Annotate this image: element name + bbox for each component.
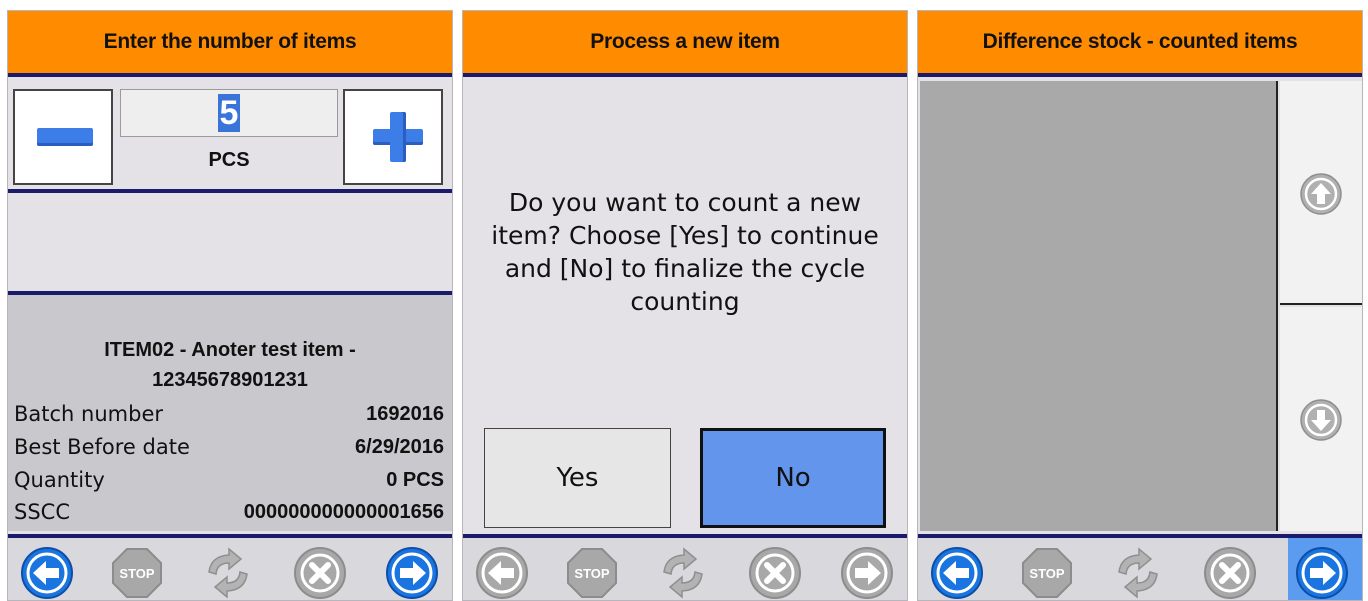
stop-icon: STOP bbox=[112, 548, 162, 598]
stop-button: STOP bbox=[565, 546, 619, 600]
nav-bar: STOP bbox=[463, 534, 907, 600]
difference-panel: Difference stock - counted items STOP bbox=[917, 10, 1363, 601]
cancel-button bbox=[748, 546, 802, 600]
cancel-button bbox=[1203, 546, 1257, 600]
refresh-button bbox=[201, 546, 255, 600]
field-value: 6/29/2016 bbox=[355, 435, 444, 458]
back-button bbox=[475, 546, 529, 600]
info-row-batch: Batch number 1692016 bbox=[14, 399, 444, 429]
stop-icon: STOP bbox=[567, 548, 617, 598]
item-title: ITEM02 - Anoter test item - 123456789012… bbox=[104, 339, 356, 391]
cancel-button bbox=[293, 546, 347, 600]
field-label: SSCC bbox=[14, 500, 70, 524]
refresh-button bbox=[1111, 546, 1165, 600]
cancel-icon bbox=[749, 547, 801, 599]
forward-icon bbox=[841, 547, 893, 599]
nav-bar: STOP bbox=[8, 534, 452, 600]
stop-button: STOP bbox=[110, 546, 164, 600]
forward-button bbox=[840, 546, 894, 600]
forward-button[interactable] bbox=[1295, 546, 1349, 600]
minus-icon bbox=[37, 128, 93, 146]
field-label: Best Before date bbox=[14, 435, 190, 459]
refresh-icon bbox=[208, 547, 248, 599]
info-row-best-before: Best Before date 6/29/2016 bbox=[14, 432, 444, 462]
cancel-icon bbox=[1204, 547, 1256, 599]
forward-button[interactable] bbox=[385, 546, 439, 600]
yes-button[interactable]: Yes bbox=[484, 428, 671, 528]
quantity-stepper: 5 PCS bbox=[8, 81, 452, 189]
back-button[interactable] bbox=[930, 546, 984, 600]
arrow-up-icon bbox=[1300, 173, 1342, 215]
panel-header: Process a new item bbox=[463, 11, 907, 77]
svg-text:STOP: STOP bbox=[1029, 566, 1064, 581]
panel-header: Difference stock - counted items bbox=[918, 11, 1362, 77]
question-text: Do you want to count a new item? Choose … bbox=[491, 188, 879, 316]
difference-list[interactable] bbox=[920, 81, 1278, 531]
cancel-icon bbox=[294, 547, 346, 599]
back-icon bbox=[476, 547, 528, 599]
decrease-button[interactable] bbox=[13, 89, 113, 185]
back-icon bbox=[21, 547, 73, 599]
refresh-icon bbox=[1118, 547, 1158, 599]
nav-bar: STOP bbox=[918, 534, 1362, 600]
arrow-down-icon bbox=[1300, 399, 1342, 441]
process-panel: Process a new item Do you want to count … bbox=[462, 10, 908, 601]
quantity-panel: Enter the number of items 5 PCS ITEM02 -… bbox=[7, 10, 453, 601]
field-label: Batch number bbox=[14, 402, 163, 426]
forward-icon bbox=[386, 547, 438, 599]
scroll-up-button[interactable] bbox=[1280, 81, 1362, 305]
field-value: 000000000000001656 bbox=[243, 500, 444, 523]
panel-title: Enter the number of items bbox=[103, 30, 357, 53]
panel-header: Enter the number of items bbox=[8, 11, 452, 77]
svg-text:STOP: STOP bbox=[119, 566, 154, 581]
quantity-value: 5 bbox=[217, 94, 241, 132]
panel-title: Difference stock - counted items bbox=[982, 30, 1298, 53]
item-info: ITEM02 - Anoter test item - 123456789012… bbox=[8, 295, 452, 531]
back-icon bbox=[931, 547, 983, 599]
quantity-input[interactable]: 5 bbox=[120, 89, 338, 137]
field-value: 1692016 bbox=[366, 402, 444, 425]
svg-text:STOP: STOP bbox=[574, 566, 609, 581]
field-label: Quantity bbox=[14, 468, 105, 492]
back-button[interactable] bbox=[20, 546, 74, 600]
no-button[interactable]: No bbox=[700, 428, 886, 528]
unit-label: PCS bbox=[208, 149, 250, 171]
refresh-button bbox=[656, 546, 710, 600]
stop-icon: STOP bbox=[1022, 548, 1072, 598]
info-row-sscc: SSCC 000000000000001656 bbox=[14, 497, 444, 527]
stop-button: STOP bbox=[1020, 546, 1074, 600]
increase-button[interactable] bbox=[343, 89, 443, 185]
panel-title: Process a new item bbox=[590, 30, 780, 53]
scroll-down-button[interactable] bbox=[1280, 307, 1362, 531]
field-value: 0 PCS bbox=[386, 468, 444, 491]
forward-icon bbox=[1296, 547, 1348, 599]
empty-area bbox=[8, 193, 452, 295]
refresh-icon bbox=[663, 547, 703, 599]
info-row-quantity: Quantity 0 PCS bbox=[14, 465, 444, 495]
